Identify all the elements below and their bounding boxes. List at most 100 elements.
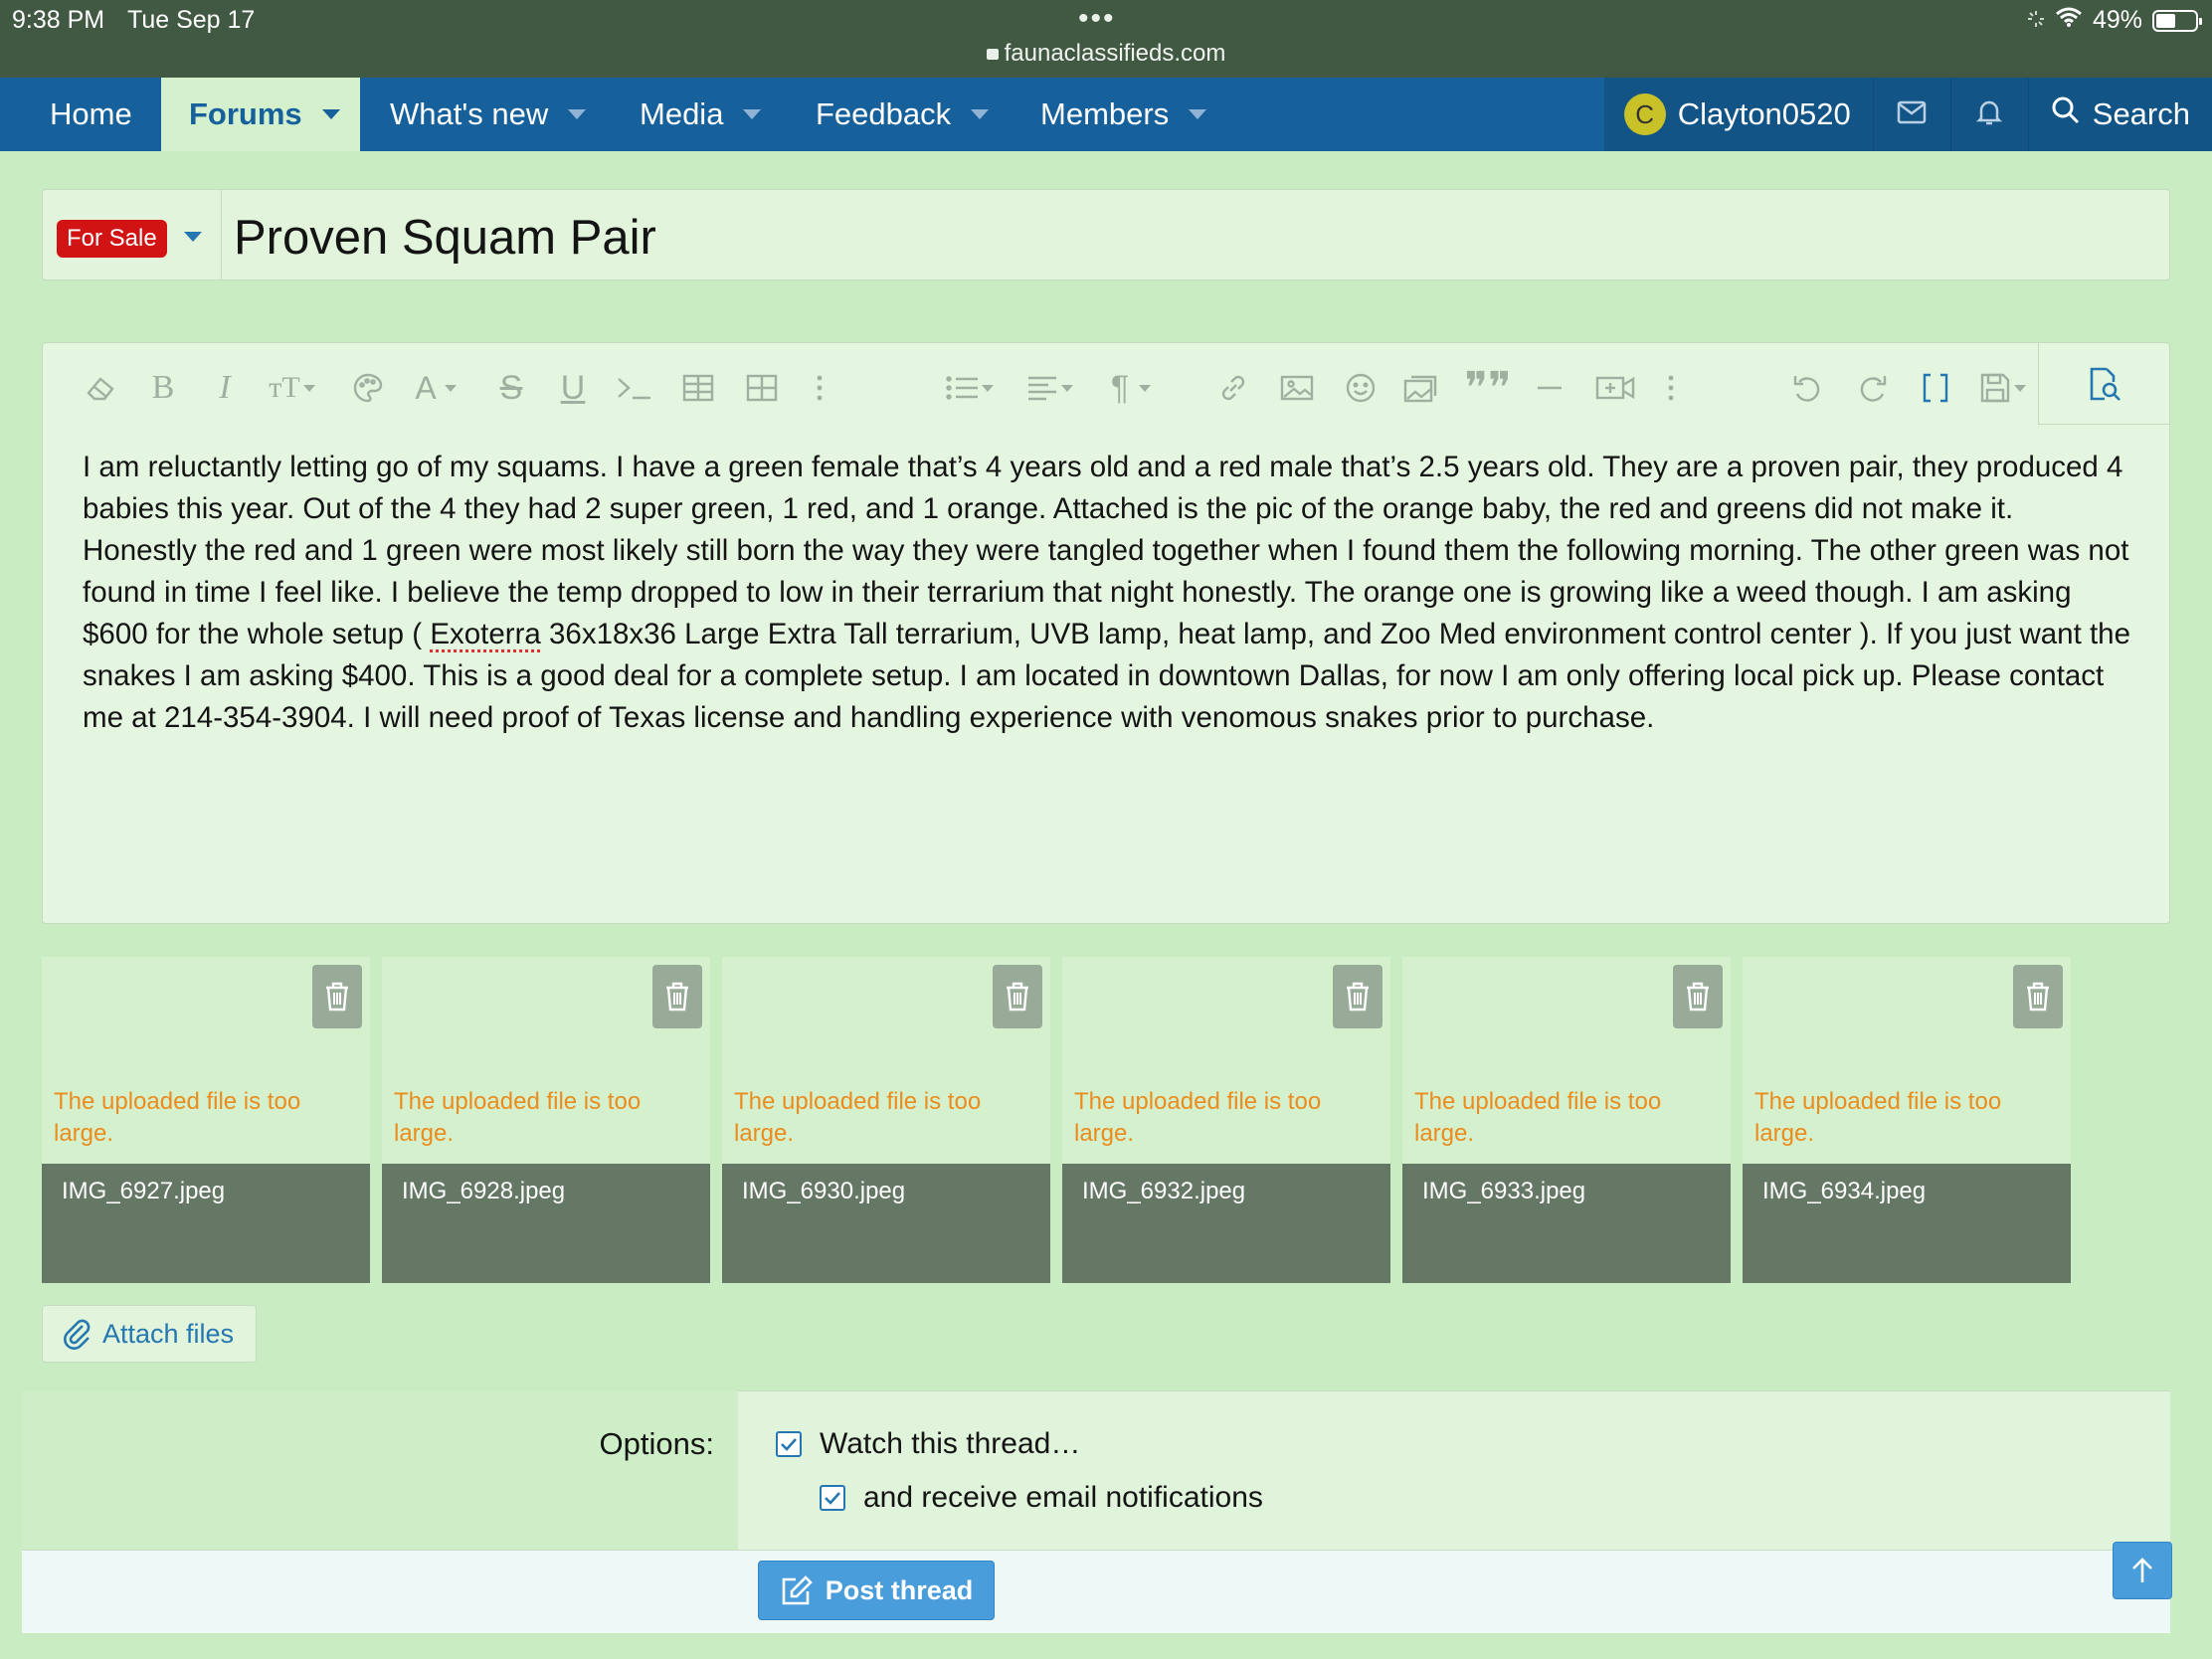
quote-button[interactable]: ❞❞ <box>1463 363 1513 413</box>
nav-home[interactable]: Home <box>50 78 132 151</box>
attachment-filename: IMG_6928.jpeg <box>382 1164 710 1283</box>
chevron-down-icon[interactable] <box>184 232 202 242</box>
multitask-dots-icon[interactable]: ••• <box>1078 2 1116 36</box>
redo-icon <box>1860 376 1887 402</box>
link-button[interactable] <box>1208 365 1258 411</box>
bbcode-toggle-button[interactable] <box>1911 365 1960 411</box>
emoji-button[interactable] <box>1336 365 1385 411</box>
bold-button[interactable]: B <box>138 365 188 411</box>
search-button[interactable]: Search <box>2027 78 2212 151</box>
font-size-button[interactable]: тT <box>260 365 315 411</box>
delete-attachment-button[interactable] <box>1673 965 1723 1028</box>
inline-code-button[interactable] <box>610 365 659 411</box>
avatar: C <box>1623 93 1666 135</box>
quote-icon: ❞❞ <box>1464 363 1512 413</box>
trash-icon <box>1687 982 1709 1012</box>
redo-button[interactable] <box>1847 365 1897 411</box>
bold-icon: B <box>151 369 175 406</box>
options-label-cell: Options: <box>22 1390 738 1550</box>
italic-button[interactable]: I <box>200 365 250 411</box>
nav-members-label: Members <box>1040 96 1170 131</box>
chevron-down-icon[interactable] <box>568 109 587 119</box>
editor-toolbar: B I тT A S U ¶ ❞❞ <box>43 343 2072 433</box>
underline-button[interactable]: U <box>548 365 598 411</box>
thread-title-input[interactable]: Proven Squam Pair <box>234 210 656 266</box>
chevron-down-icon[interactable] <box>321 109 340 119</box>
align-left-icon <box>1028 376 1056 401</box>
account-link[interactable]: C Clayton0520 <box>1603 78 1873 151</box>
upload-error: The uploaded file is too large. <box>1074 1088 1322 1147</box>
more-insert-button[interactable] <box>1646 365 1696 411</box>
media-gallery-button[interactable] <box>1397 365 1447 411</box>
scroll-to-top-button[interactable] <box>2113 1542 2172 1599</box>
font-family-button[interactable]: A <box>401 365 457 411</box>
attachment-item: The uploaded file is too large. IMG_6934… <box>1743 957 2071 1283</box>
delete-attachment-button[interactable] <box>652 965 702 1028</box>
upload-error: The uploaded file is too large. <box>1754 1088 2002 1147</box>
post-thread-button[interactable]: Post thread <box>758 1561 995 1620</box>
chevron-down-icon[interactable] <box>1189 109 1207 119</box>
email-notification-option[interactable]: and receive email notifications <box>820 1481 1263 1515</box>
nav-feedback[interactable]: Feedback <box>816 78 990 151</box>
align-button[interactable] <box>1017 365 1073 411</box>
delete-attachment-button[interactable] <box>1333 965 1382 1028</box>
misspelled-word[interactable]: Exoterra <box>430 618 541 650</box>
options-row: Options: Watch this thread… and receive … <box>22 1390 2170 1550</box>
email-notification-label: and receive email notifications <box>863 1481 1263 1514</box>
more-options-button[interactable] <box>795 365 844 411</box>
email-notification-checkbox[interactable] <box>820 1485 845 1511</box>
terminal-icon <box>618 378 650 400</box>
insert-video-button[interactable] <box>1590 365 1640 411</box>
minus-icon <box>1538 386 1562 390</box>
inbox-button[interactable] <box>1872 78 1950 151</box>
alerts-button[interactable] <box>1949 78 2028 151</box>
prefix-badge: For Sale <box>57 220 167 258</box>
table-button[interactable] <box>673 365 723 411</box>
attachment-item: The uploaded file is too large. IMG_6930… <box>722 957 1050 1283</box>
nav-home-label: Home <box>50 96 132 131</box>
trash-icon <box>1007 982 1028 1012</box>
attachment-item: The uploaded file is too large. IMG_6933… <box>1402 957 1731 1283</box>
prefix-selector[interactable]: For Sale <box>43 190 222 279</box>
trash-icon <box>2027 982 2049 1012</box>
watch-thread-option[interactable]: Watch this thread… <box>776 1427 1080 1461</box>
delete-attachment-button[interactable] <box>2013 965 2063 1028</box>
insert-image-button[interactable] <box>1272 365 1322 411</box>
delete-attachment-button[interactable] <box>993 965 1042 1028</box>
drafts-button[interactable] <box>1970 365 2026 411</box>
grid-button[interactable] <box>737 365 787 411</box>
lock-icon <box>986 49 999 60</box>
chevron-down-icon[interactable] <box>743 109 762 119</box>
url-text: faunaclassifieds.com <box>1004 40 1226 67</box>
post-thread-label: Post thread <box>825 1574 974 1605</box>
watch-thread-label: Watch this thread… <box>820 1427 1081 1460</box>
status-bar: 9:38 PM Tue Sep 17 ••• faunaclassifieds.… <box>0 0 2212 78</box>
nav-media[interactable]: Media <box>640 78 762 151</box>
wifi-icon <box>2055 6 2083 35</box>
horizontal-line-button[interactable] <box>1525 365 1574 411</box>
delete-attachment-button[interactable] <box>312 965 362 1028</box>
status-date: Tue Sep 17 <box>127 6 256 34</box>
text-color-button[interactable] <box>343 365 393 411</box>
form-footer: Post thread <box>22 1550 2170 1633</box>
text-size-icon: тT <box>269 371 300 404</box>
attach-files-button[interactable]: Attach files <box>42 1305 257 1363</box>
message-editor: B I тT A S U ¶ ❞❞ I am reluctantly letti… <box>42 342 2170 924</box>
undo-button[interactable] <box>1783 365 1833 411</box>
nav-whats-new[interactable]: What's new <box>390 78 587 151</box>
nav-forums[interactable]: Forums <box>161 78 360 151</box>
grid-icon <box>746 374 778 402</box>
nav-feedback-label: Feedback <box>816 96 952 131</box>
nav-whats-new-label: What's new <box>390 96 549 131</box>
clear-format-button[interactable] <box>77 365 126 411</box>
list-button[interactable] <box>938 365 994 411</box>
strike-button[interactable]: S <box>486 365 536 411</box>
address-bar[interactable]: faunaclassifieds.com <box>0 40 2212 68</box>
nav-members[interactable]: Members <box>1040 78 1207 151</box>
watch-thread-checkbox[interactable] <box>776 1431 802 1457</box>
paragraph-button[interactable]: ¶ <box>1095 365 1151 411</box>
chevron-down-icon[interactable] <box>971 109 990 119</box>
preview-button[interactable] <box>2038 343 2169 425</box>
attachment-filename: IMG_6930.jpeg <box>722 1164 1050 1283</box>
message-body[interactable]: I am reluctantly letting go of my squams… <box>83 447 2131 739</box>
